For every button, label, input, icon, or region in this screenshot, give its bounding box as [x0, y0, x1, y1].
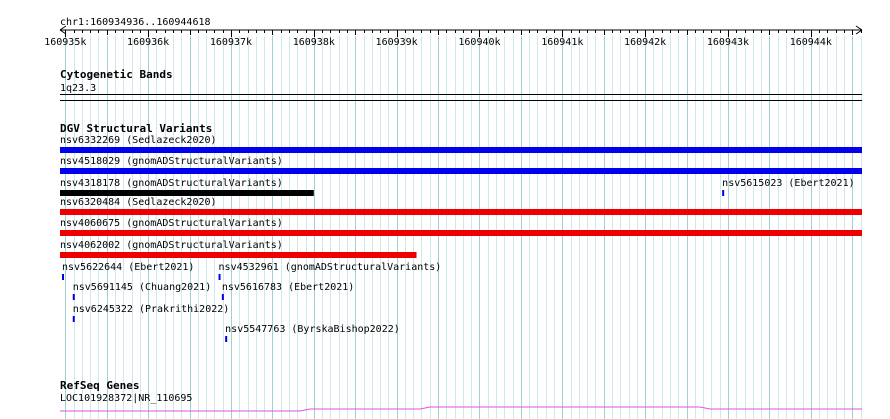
dgv-feature-label: nsv6332269 (Sedlazeck2020)	[60, 135, 217, 146]
dgv-feature-label: nsv4318178 (gnomADStructuralVariants)	[60, 178, 283, 189]
genome-browser-panel: chr1:160934936..160944618 160935k 160936k…	[44, 17, 863, 419]
track-title-refseq: RefSeq Genes	[60, 379, 139, 392]
dgv-feature-bar[interactable]	[60, 252, 417, 258]
ruler-tick-label: 160944k	[790, 37, 832, 48]
dgv-feature-bar[interactable]	[60, 190, 314, 196]
dgv-feature[interactable]: nsv4518029 (gnomADStructuralVariants)	[60, 156, 862, 174]
dgv-feature-label: nsv5616783 (Ebert2021)	[222, 282, 354, 293]
dgv-feature[interactable]: nsv5622644 (Ebert2021)	[61, 262, 194, 280]
ruler-tick-label: 160935k	[44, 37, 86, 48]
region-label: chr1:160934936..160944618	[60, 17, 211, 28]
track-title-dgv: DGV Structural Variants	[60, 122, 212, 135]
dgv-feature-bar[interactable]	[60, 147, 862, 153]
dgv-feature[interactable]: nsv5547763 (ByrskaBishop2022)	[225, 324, 400, 342]
dgv-feature[interactable]: nsv5615023 (Ebert2021)	[722, 178, 855, 196]
track-title-cytoband: Cytogenetic Bands	[60, 68, 173, 81]
dgv-feature-bar[interactable]	[218, 274, 221, 280]
dgv-feature-bar[interactable]	[722, 190, 725, 196]
dgv-feature-bar[interactable]	[60, 230, 862, 236]
dgv-features[interactable]: nsv6332269 (Sedlazeck2020) nsv4518029 (gn…	[60, 135, 862, 342]
dgv-feature-label: nsv5691145 (Chuang2021)	[73, 282, 211, 293]
ruler[interactable]: chr1:160934936..160944618 160935k 160936k…	[44, 17, 863, 48]
track-refseq-genes[interactable]: RefSeq Genes LOC101928372|NR_110695	[60, 379, 862, 412]
dgv-feature-label: nsv5622644 (Ebert2021)	[62, 262, 194, 273]
dgv-feature[interactable]: nsv4062002 (gnomADStructuralVariants)	[60, 240, 417, 258]
dgv-feature[interactable]: nsv6245322 (Prakrithi2022)	[72, 304, 230, 322]
dgv-feature[interactable]: nsv5616783 (Ebert2021)	[221, 282, 354, 300]
dgv-feature-bar[interactable]	[61, 274, 64, 280]
ruler-tick-label: 160941k	[541, 37, 583, 48]
dgv-feature[interactable]: nsv6320484 (Sedlazeck2020)	[60, 197, 862, 215]
dgv-feature-label: nsv4062002 (gnomADStructuralVariants)	[60, 240, 283, 251]
dgv-feature-bar[interactable]	[60, 209, 862, 215]
track-cytogenetic-bands[interactable]: Cytogenetic Bands 1q23.3	[60, 68, 862, 101]
dgv-feature-label: nsv5547763 (ByrskaBishop2022)	[225, 324, 400, 335]
dgv-feature-label: nsv4532961 (gnomADStructuralVariants)	[219, 262, 442, 273]
dgv-feature-bar[interactable]	[221, 294, 224, 300]
dgv-feature[interactable]: nsv4532961 (gnomADStructuralVariants)	[218, 262, 442, 280]
ruler-tick-label: 160939k	[376, 37, 418, 48]
ruler-ticks: 160935k 160936k 160937k 160938k 160939k 16094…	[44, 30, 862, 48]
dgv-feature-bar[interactable]	[72, 294, 75, 300]
dgv-feature-label: nsv6320484 (Sedlazeck2020)	[60, 197, 217, 208]
dgv-feature[interactable]: nsv6332269 (Sedlazeck2020)	[60, 135, 862, 153]
dgv-feature-label: nsv4060675 (gnomADStructuralVariants)	[60, 218, 283, 229]
refseq-gene-model[interactable]	[60, 406, 862, 412]
cytoband-label: 1q23.3	[60, 83, 96, 94]
dgv-feature-label: nsv6245322 (Prakrithi2022)	[73, 304, 230, 315]
dgv-feature-label: nsv5615023 (Ebert2021)	[722, 178, 854, 189]
dgv-feature-bar[interactable]	[60, 168, 862, 174]
track-dgv-structural-variants[interactable]: DGV Structural Variants nsv6332269 (Sedl…	[60, 122, 862, 342]
ruler-tick-label: 160937k	[210, 37, 252, 48]
ruler-tick-label: 160938k	[293, 37, 335, 48]
refseq-gene-label[interactable]: LOC101928372|NR_110695	[60, 393, 192, 404]
ruler-tick-label: 160940k	[458, 37, 500, 48]
dgv-feature[interactable]: nsv4318178 (gnomADStructuralVariants)	[60, 178, 314, 196]
ruler-tick-label: 160936k	[127, 37, 169, 48]
dgv-feature-label: nsv4518029 (gnomADStructuralVariants)	[60, 156, 283, 167]
dgv-feature-bar[interactable]	[225, 336, 228, 342]
ruler-tick-label: 160943k	[707, 37, 749, 48]
ruler-tick-label: 160942k	[624, 37, 666, 48]
dgv-feature[interactable]: nsv4060675 (gnomADStructuralVariants)	[60, 218, 862, 236]
dgv-feature-bar[interactable]	[72, 316, 75, 322]
